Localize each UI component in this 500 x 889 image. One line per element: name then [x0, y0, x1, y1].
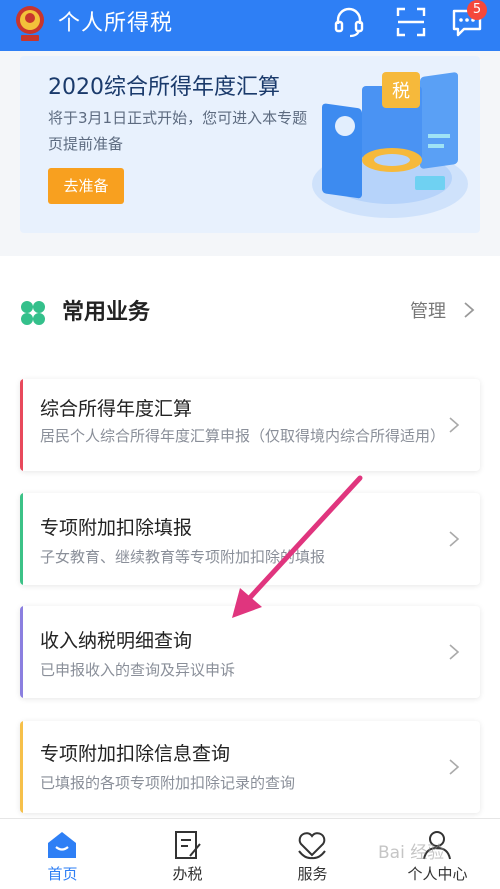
chevron-right-icon — [449, 417, 460, 433]
chevron-right-icon — [449, 531, 460, 547]
card-title: 专项附加扣除填报 — [40, 517, 193, 539]
banner-title: 2020综合所得年度汇算 — [48, 75, 280, 100]
card-title: 专项附加扣除信息查询 — [40, 743, 231, 765]
heart-hand-icon — [298, 832, 326, 860]
app-title: 个人所得税 — [58, 11, 174, 36]
card-title: 收入纳税明细查询 — [40, 630, 193, 652]
card-title: 综合所得年度汇算 — [40, 398, 193, 420]
card-subtitle: 已申报收入的查询及异议申诉 — [40, 661, 236, 679]
service-card-income-tax-details[interactable]: 收入纳税明细查询 已申报收入的查询及异议申诉 — [20, 606, 480, 698]
chevron-right-icon — [449, 759, 460, 775]
card-accent-bar — [20, 379, 23, 471]
chevron-right-icon[interactable] — [462, 300, 476, 320]
nav-tax[interactable]: 办税 — [125, 819, 250, 889]
clover-icon — [21, 301, 45, 325]
card-subtitle: 子女教育、继续教育等专项附加扣除的填报 — [40, 548, 326, 566]
tax-illustration-icon: 税 — [312, 72, 468, 218]
prepare-button[interactable]: 去准备 — [48, 168, 124, 204]
message-badge: 5 — [467, 0, 487, 20]
service-card-deduction-filing[interactable]: 专项附加扣除填报 子女教育、继续教育等专项附加扣除的填报 — [20, 493, 480, 585]
card-subtitle: 已填报的各项专项附加扣除记录的查询 — [40, 774, 296, 792]
card-accent-bar — [20, 606, 23, 698]
svg-text:税: 税 — [392, 81, 410, 102]
banner-subtitle: 将于3月1日正式开始，您可进入本专题页提前准备 — [48, 109, 308, 153]
service-card-deduction-query[interactable]: 专项附加扣除信息查询 已填报的各项专项附加扣除记录的查询 — [20, 721, 480, 813]
scan-icon[interactable] — [393, 4, 429, 40]
nav-label: 办税 — [172, 865, 203, 883]
card-subtitle: 居民个人综合所得年度汇算申报（仅取得境内综合所得适用） — [40, 427, 446, 445]
service-card-annual-settlement[interactable]: 综合所得年度汇算 居民个人综合所得年度汇算申报（仅取得境内综合所得适用） — [20, 379, 480, 471]
national-emblem-logo — [16, 6, 44, 41]
card-accent-bar — [20, 493, 23, 585]
watermark: Bai 经验 — [378, 843, 445, 863]
nav-label: 服务 — [297, 865, 328, 883]
chevron-right-icon — [449, 644, 460, 660]
home-icon — [48, 832, 76, 858]
card-accent-bar — [20, 721, 23, 813]
nav-label: 首页 — [47, 865, 78, 883]
section-title: 常用业务 — [62, 300, 151, 325]
top-bar: 个人所得税 5 — [0, 0, 500, 51]
customer-service-icon[interactable] — [331, 4, 367, 40]
nav-service[interactable]: 服务 — [250, 819, 375, 889]
annual-settlement-banner[interactable]: 2020综合所得年度汇算 将于3月1日正式开始，您可进入本专题页提前准备 去准备… — [20, 56, 480, 233]
nav-home[interactable]: 首页 — [0, 819, 125, 889]
document-icon — [175, 831, 201, 859]
nav-label: 个人中心 — [407, 865, 468, 883]
manage-link[interactable]: 管理 — [410, 297, 446, 323]
common-services-section: 常用业务 管理 综合所得年度汇算 居民个人综合所得年度汇算申报（仅取得境内综合所… — [0, 256, 500, 889]
